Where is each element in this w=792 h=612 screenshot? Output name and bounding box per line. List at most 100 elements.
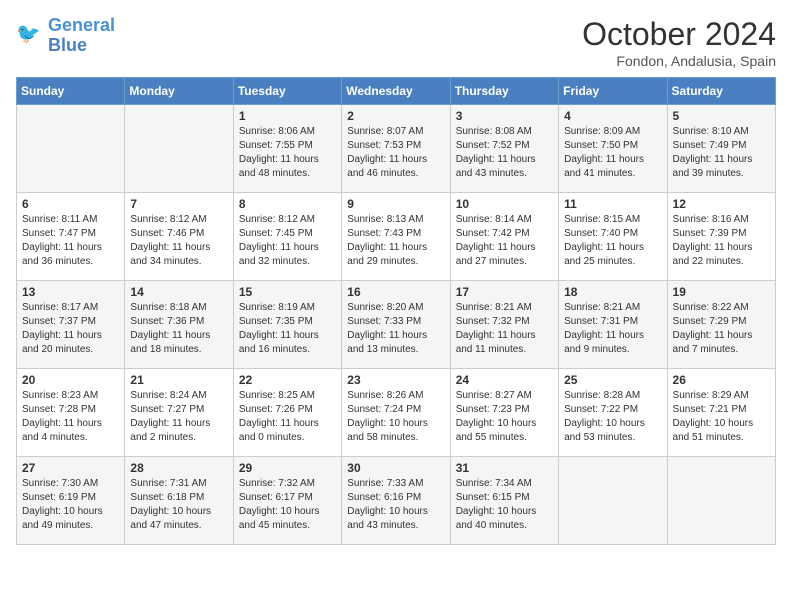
day-number: 13 xyxy=(22,285,119,299)
calendar-cell: 20 Sunrise: 8:23 AMSunset: 7:28 PMDayligh… xyxy=(17,369,125,457)
day-number: 10 xyxy=(456,197,553,211)
day-number: 15 xyxy=(239,285,336,299)
calendar-cell: 19 Sunrise: 8:22 AMSunset: 7:29 PMDayligh… xyxy=(667,281,775,369)
day-number: 18 xyxy=(564,285,661,299)
day-info: Sunrise: 8:20 AMSunset: 7:33 PMDaylight:… xyxy=(347,301,444,357)
day-info: Sunrise: 8:24 AMSunset: 7:27 PMDaylight:… xyxy=(130,389,227,445)
calendar-cell: 12Sunrise: 8:16 AMSunset: 7:39 PMDayligh… xyxy=(667,193,775,281)
calendar-cell xyxy=(125,105,233,193)
day-number: 16 xyxy=(347,285,444,299)
day-number: 20 xyxy=(22,373,119,387)
day-info: Sunrise: 8:21 AMSunset: 7:32 PMDaylight:… xyxy=(456,301,553,357)
day-number: 14 xyxy=(130,285,227,299)
title-block: October 2024 Fondon, Andalusia, Spain xyxy=(582,16,776,69)
day-info: Sunrise: 8:18 AMSunset: 7:36 PMDaylight:… xyxy=(130,301,227,357)
day-of-week-header-row: SundayMondayTuesdayWednesdayThursdayFrid… xyxy=(17,78,776,105)
day-number: 11 xyxy=(564,197,661,211)
dow-header-thursday: Thursday xyxy=(450,78,558,105)
day-number: 12 xyxy=(673,197,770,211)
day-number: 4 xyxy=(564,109,661,123)
dow-header-saturday: Saturday xyxy=(667,78,775,105)
calendar-cell: 3 Sunrise: 8:08 AMSunset: 7:52 PMDaylight… xyxy=(450,105,558,193)
day-info: Sunrise: 8:29 AMSunset: 7:21 PMDaylight:… xyxy=(673,389,770,445)
day-number: 7 xyxy=(130,197,227,211)
day-number: 6 xyxy=(22,197,119,211)
day-info: Sunrise: 7:31 AMSunset: 6:18 PMDaylight:… xyxy=(130,477,227,533)
week-row-4: 27 Sunrise: 7:30 AMSunset: 6:19 PMDayligh… xyxy=(17,457,776,545)
day-info: Sunrise: 8:22 AMSunset: 7:29 PMDaylight:… xyxy=(673,301,770,357)
week-row-2: 13 Sunrise: 8:17 AMSunset: 7:37 PMDayligh… xyxy=(17,281,776,369)
day-number: 1 xyxy=(239,109,336,123)
day-number: 29 xyxy=(239,461,336,475)
day-info: Sunrise: 8:28 AMSunset: 7:22 PMDaylight:… xyxy=(564,389,661,445)
day-number: 3 xyxy=(456,109,553,123)
day-info: Sunrise: 8:27 AMSunset: 7:23 PMDaylight:… xyxy=(456,389,553,445)
calendar-cell: 6 Sunrise: 8:11 AMSunset: 7:47 PMDaylight… xyxy=(17,193,125,281)
day-info: Sunrise: 8:06 AMSunset: 7:55 PMDaylight:… xyxy=(239,125,336,181)
day-info: Sunrise: 8:11 AMSunset: 7:47 PMDaylight:… xyxy=(22,213,119,269)
day-info: Sunrise: 7:33 AMSunset: 6:16 PMDaylight:… xyxy=(347,477,444,533)
day-number: 21 xyxy=(130,373,227,387)
day-info: Sunrise: 8:09 AMSunset: 7:50 PMDaylight:… xyxy=(564,125,661,181)
calendar-cell xyxy=(17,105,125,193)
calendar-cell: 1 Sunrise: 8:06 AMSunset: 7:55 PMDaylight… xyxy=(233,105,341,193)
calendar-cell: 14 Sunrise: 8:18 AMSunset: 7:36 PMDayligh… xyxy=(125,281,233,369)
day-number: 25 xyxy=(564,373,661,387)
dow-header-monday: Monday xyxy=(125,78,233,105)
day-info: Sunrise: 8:15 AMSunset: 7:40 PMDaylight:… xyxy=(564,213,661,269)
week-row-0: 1 Sunrise: 8:06 AMSunset: 7:55 PMDaylight… xyxy=(17,105,776,193)
day-info: Sunrise: 8:13 AMSunset: 7:43 PMDaylight:… xyxy=(347,213,444,269)
svg-text:🐦: 🐦 xyxy=(16,23,40,45)
calendar-cell: 13 Sunrise: 8:17 AMSunset: 7:37 PMDayligh… xyxy=(17,281,125,369)
calendar-body: 1 Sunrise: 8:06 AMSunset: 7:55 PMDaylight… xyxy=(17,105,776,545)
calendar-cell: 10Sunrise: 8:14 AMSunset: 7:42 PMDayligh… xyxy=(450,193,558,281)
calendar-cell: 28 Sunrise: 7:31 AMSunset: 6:18 PMDayligh… xyxy=(125,457,233,545)
calendar-cell: 4 Sunrise: 8:09 AMSunset: 7:50 PMDaylight… xyxy=(559,105,667,193)
calendar-cell: 21 Sunrise: 8:24 AMSunset: 7:27 PMDayligh… xyxy=(125,369,233,457)
day-info: Sunrise: 8:12 AMSunset: 7:45 PMDaylight:… xyxy=(239,213,336,269)
calendar-cell: 16 Sunrise: 8:20 AMSunset: 7:33 PMDayligh… xyxy=(342,281,450,369)
calendar-cell: 5 Sunrise: 8:10 AMSunset: 7:49 PMDaylight… xyxy=(667,105,775,193)
calendar-cell: 11 Sunrise: 8:15 AMSunset: 7:40 PMDayligh… xyxy=(559,193,667,281)
day-info: Sunrise: 8:19 AMSunset: 7:35 PMDaylight:… xyxy=(239,301,336,357)
calendar-cell: 8Sunrise: 8:12 AMSunset: 7:45 PMDaylight… xyxy=(233,193,341,281)
day-number: 30 xyxy=(347,461,444,475)
day-info: Sunrise: 7:30 AMSunset: 6:19 PMDaylight:… xyxy=(22,477,119,533)
logo-bird-icon: 🐦 xyxy=(16,19,44,47)
week-row-1: 6 Sunrise: 8:11 AMSunset: 7:47 PMDaylight… xyxy=(17,193,776,281)
day-info: Sunrise: 8:17 AMSunset: 7:37 PMDaylight:… xyxy=(22,301,119,357)
logo: 🐦 General Blue xyxy=(16,16,115,56)
calendar-cell xyxy=(559,457,667,545)
day-info: Sunrise: 7:34 AMSunset: 6:15 PMDaylight:… xyxy=(456,477,553,533)
day-number: 5 xyxy=(673,109,770,123)
calendar-cell: 23Sunrise: 8:26 AMSunset: 7:24 PMDayligh… xyxy=(342,369,450,457)
day-info: Sunrise: 7:32 AMSunset: 6:17 PMDaylight:… xyxy=(239,477,336,533)
page-header: 🐦 General Blue October 2024 Fondon, Anda… xyxy=(16,16,776,69)
calendar-cell: 17 Sunrise: 8:21 AMSunset: 7:32 PMDayligh… xyxy=(450,281,558,369)
day-info: Sunrise: 8:08 AMSunset: 7:52 PMDaylight:… xyxy=(456,125,553,181)
day-number: 19 xyxy=(673,285,770,299)
calendar-cell: 27 Sunrise: 7:30 AMSunset: 6:19 PMDayligh… xyxy=(17,457,125,545)
day-info: Sunrise: 8:12 AMSunset: 7:46 PMDaylight:… xyxy=(130,213,227,269)
location: Fondon, Andalusia, Spain xyxy=(582,53,776,69)
calendar-cell xyxy=(667,457,775,545)
calendar-cell: 15 Sunrise: 8:19 AMSunset: 7:35 PMDayligh… xyxy=(233,281,341,369)
calendar-cell: 2Sunrise: 8:07 AMSunset: 7:53 PMDaylight… xyxy=(342,105,450,193)
day-number: 17 xyxy=(456,285,553,299)
day-info: Sunrise: 8:10 AMSunset: 7:49 PMDaylight:… xyxy=(673,125,770,181)
dow-header-tuesday: Tuesday xyxy=(233,78,341,105)
day-number: 23 xyxy=(347,373,444,387)
dow-header-friday: Friday xyxy=(559,78,667,105)
day-info: Sunrise: 8:07 AMSunset: 7:53 PMDaylight:… xyxy=(347,125,444,181)
calendar-cell: 24 Sunrise: 8:27 AMSunset: 7:23 PMDayligh… xyxy=(450,369,558,457)
calendar-cell: 31Sunrise: 7:34 AMSunset: 6:15 PMDayligh… xyxy=(450,457,558,545)
day-number: 9 xyxy=(347,197,444,211)
dow-header-sunday: Sunday xyxy=(17,78,125,105)
day-info: Sunrise: 8:23 AMSunset: 7:28 PMDaylight:… xyxy=(22,389,119,445)
day-number: 27 xyxy=(22,461,119,475)
day-info: Sunrise: 8:25 AMSunset: 7:26 PMDaylight:… xyxy=(239,389,336,445)
week-row-3: 20 Sunrise: 8:23 AMSunset: 7:28 PMDayligh… xyxy=(17,369,776,457)
month-title: October 2024 xyxy=(582,16,776,53)
day-number: 28 xyxy=(130,461,227,475)
day-number: 24 xyxy=(456,373,553,387)
